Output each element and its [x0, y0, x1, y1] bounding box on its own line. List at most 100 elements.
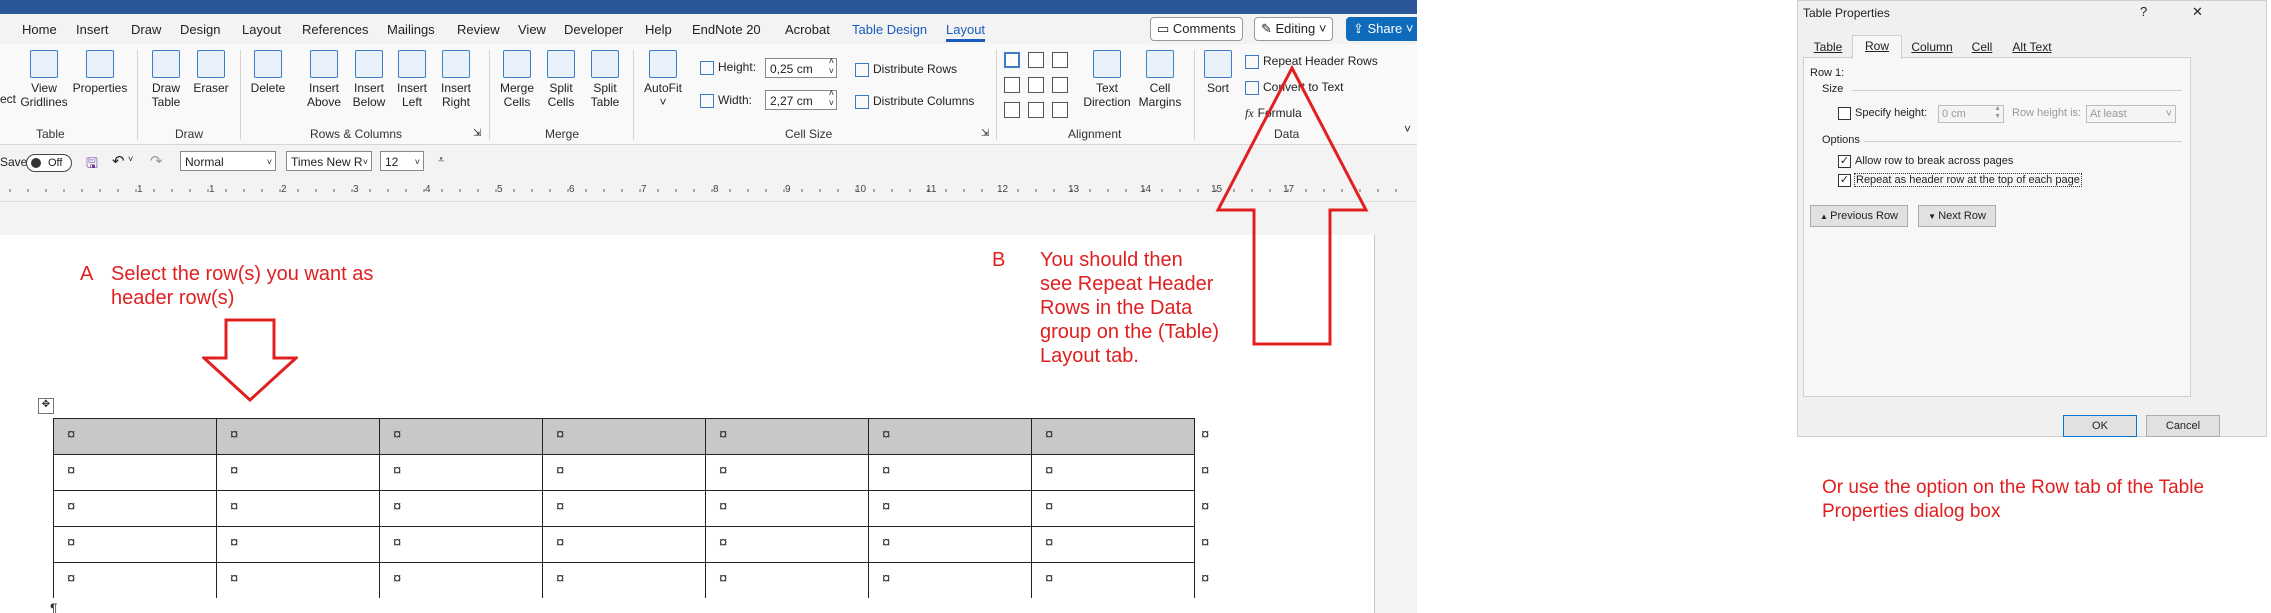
close-icon[interactable]: ✕ — [2192, 4, 2203, 20]
tab-design[interactable]: Design — [180, 22, 220, 37]
tab-column[interactable]: Column — [1904, 37, 1960, 57]
tab-endnote[interactable]: EndNote 20 — [692, 22, 761, 37]
ok-button[interactable]: OK — [2063, 415, 2137, 437]
split-table-button[interactable]: Split Table — [585, 50, 625, 109]
specify-height-input[interactable]: 0 cm ▲ ▼ — [1938, 105, 2004, 123]
align-top-left-button[interactable] — [1004, 52, 1020, 68]
tab-cell[interactable]: Cell — [1964, 37, 2000, 57]
editing-button[interactable]: ✎ Editing ˅ — [1254, 17, 1334, 41]
undo-icon[interactable]: ↶ — [112, 152, 125, 170]
distribute-columns-button[interactable]: Distribute Columns — [855, 94, 974, 109]
tab-alt-text[interactable]: Alt Text — [2002, 37, 2062, 57]
previous-row-button[interactable]: ▲ Previous Row — [1810, 205, 1908, 227]
eraser-button[interactable]: Eraser — [190, 50, 232, 95]
tab-layout-page[interactable]: Layout — [242, 22, 281, 37]
insert-above-button[interactable]: Insert Above — [302, 50, 346, 109]
insert-right-button[interactable]: Insert Right — [436, 50, 476, 109]
table-cell[interactable]: ¤ — [393, 462, 401, 479]
share-button[interactable]: ⇪ Share ˅ — [1346, 17, 1417, 41]
next-row-button[interactable]: ▼ Next Row — [1918, 205, 1996, 227]
tab-references[interactable]: References — [302, 22, 368, 37]
redo-icon[interactable]: ↷ — [150, 152, 163, 170]
tab-draw[interactable]: Draw — [131, 22, 161, 37]
table-cell[interactable]: ¤ — [882, 426, 890, 443]
align-bottom-center-button[interactable] — [1028, 102, 1044, 118]
autofit-button[interactable]: AutoFit ˅ — [640, 50, 686, 109]
select-button[interactable]: ect — [0, 92, 16, 106]
table-cell[interactable]: ¤ — [1045, 426, 1053, 443]
customize-qat-icon[interactable]: ⩡ — [438, 154, 444, 167]
table-cell[interactable]: ¤ — [882, 498, 890, 515]
document-table[interactable]: ¤ ¤ ¤ ¤ ¤ ¤ ¤ ¤ ¤ ¤ ¤ ¤ ¤ ¤ ¤ ¤ ¤ ¤ ¤ ¤ ¤ ¤ ¤ ¤ ¤ ¤ ¤ ¤ ¤ ¤ ¤ ¤ ¤ ¤ ¤ ¤ ¤ ¤ ¤ ¤ — [53, 418, 1209, 598]
font-dropdown[interactable]: Times New R ˅ — [286, 151, 372, 171]
table-cell[interactable]: ¤ — [882, 462, 890, 479]
tab-table-layout[interactable]: Layout — [946, 22, 986, 42]
help-icon[interactable]: ? — [2140, 4, 2147, 19]
specify-height-checkbox[interactable] — [1838, 107, 1851, 120]
table-cell[interactable]: ¤ — [230, 498, 238, 515]
view-gridlines-button[interactable]: View Gridlines — [20, 50, 68, 109]
delete-button[interactable]: Delete — [248, 50, 288, 95]
align-top-right-button[interactable] — [1052, 52, 1068, 68]
merge-cells-button[interactable]: Merge Cells — [497, 50, 537, 109]
tab-row[interactable]: Row — [1852, 35, 1902, 59]
table-cell[interactable]: ¤ — [719, 426, 727, 443]
tab-mailings[interactable]: Mailings — [387, 22, 435, 37]
table-cell[interactable]: ¤ — [1045, 570, 1053, 587]
align-bottom-right-button[interactable] — [1052, 102, 1068, 118]
table-cell[interactable]: ¤ — [556, 462, 564, 479]
allow-break-checkbox[interactable]: ✓ — [1838, 155, 1851, 168]
tab-table[interactable]: Table — [1806, 37, 1850, 57]
table-cell[interactable]: ¤ — [556, 570, 564, 587]
align-center-left-button[interactable] — [1004, 77, 1020, 93]
cell-margins-button[interactable]: Cell Margins — [1136, 50, 1184, 109]
table-cell[interactable]: ¤ — [67, 534, 75, 551]
table-cell[interactable]: ¤ — [67, 498, 75, 515]
properties-button[interactable]: Properties — [72, 50, 128, 95]
tab-help[interactable]: Help — [645, 22, 672, 37]
tab-table-design[interactable]: Table Design — [852, 22, 927, 37]
tab-acrobat[interactable]: Acrobat — [785, 22, 830, 37]
table-cell[interactable]: ¤ — [719, 570, 727, 587]
table-cell[interactable]: ¤ — [882, 570, 890, 587]
table-cell[interactable]: ¤ — [556, 534, 564, 551]
table-cell[interactable]: ¤ — [393, 498, 401, 515]
table-cell[interactable]: ¤ — [67, 570, 75, 587]
table-cell[interactable]: ¤ — [1045, 498, 1053, 515]
text-direction-button[interactable]: Text Direction — [1082, 50, 1132, 109]
tab-review[interactable]: Review — [457, 22, 500, 37]
tab-developer[interactable]: Developer — [564, 22, 623, 37]
spinner-arrows-icon[interactable]: ˄ ˅ — [829, 88, 834, 108]
comments-button[interactable]: ▭ Comments — [1150, 17, 1243, 41]
table-cell[interactable]: ¤ — [393, 570, 401, 587]
table-cell[interactable]: ¤ — [719, 498, 727, 515]
height-spinner[interactable]: 0,25 cm ˄ ˅ — [765, 56, 837, 78]
spinner-arrows-icon[interactable]: ▲ ▼ — [1994, 105, 2001, 121]
tab-insert[interactable]: Insert — [76, 22, 109, 37]
tab-view[interactable]: View — [518, 22, 546, 37]
table-cell[interactable]: ¤ — [67, 426, 75, 443]
style-dropdown[interactable]: Normal ˅ — [180, 151, 276, 171]
split-cells-button[interactable]: Split Cells — [541, 50, 581, 109]
tab-home[interactable]: Home — [22, 22, 57, 37]
insert-left-button[interactable]: Insert Left — [392, 50, 432, 109]
dialog-launcher-icon[interactable]: ⇲ — [981, 128, 989, 139]
cancel-button[interactable]: Cancel — [2146, 415, 2220, 437]
align-top-center-button[interactable] — [1028, 52, 1044, 68]
table-cell[interactable]: ¤ — [1045, 534, 1053, 551]
dialog-launcher-icon[interactable]: ⇲ — [473, 128, 481, 139]
insert-below-button[interactable]: Insert Below — [347, 50, 391, 109]
align-center-right-button[interactable] — [1052, 77, 1068, 93]
table-cell[interactable]: ¤ — [230, 462, 238, 479]
row-height-is-dropdown[interactable]: At least ˅ — [2086, 105, 2176, 123]
table-cell[interactable]: ¤ — [393, 534, 401, 551]
table-cell[interactable]: ¤ — [230, 426, 238, 443]
distribute-rows-button[interactable]: Distribute Rows — [855, 62, 957, 77]
table-cell[interactable]: ¤ — [719, 462, 727, 479]
autosave-toggle[interactable]: Off — [26, 154, 72, 172]
table-cell[interactable]: ¤ — [230, 534, 238, 551]
draw-table-button[interactable]: Draw Table — [145, 50, 187, 109]
table-move-handle-icon[interactable]: ✥ — [38, 398, 54, 414]
table-cell[interactable]: ¤ — [67, 462, 75, 479]
table-cell[interactable]: ¤ — [393, 426, 401, 443]
